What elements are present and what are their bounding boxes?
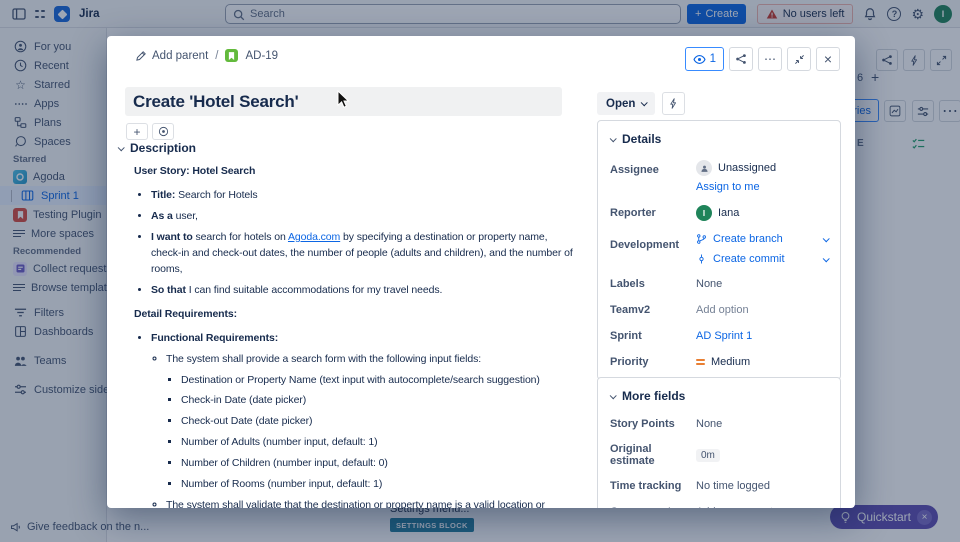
list-item: Title: Search for Hotels — [151, 188, 576, 204]
more-fields-heading[interactable]: More fields — [598, 378, 840, 411]
list-item: Number of Children (number input, defaul… — [181, 456, 576, 472]
list-item: Destination or Property Name (text input… — [181, 373, 576, 389]
chevron-down-icon — [641, 99, 649, 107]
description-heading[interactable]: Description — [117, 141, 576, 155]
status-dropdown[interactable]: Open — [597, 92, 656, 115]
assignee-field[interactable]: Unassigned — [696, 160, 828, 176]
chevron-down-icon — [822, 254, 830, 262]
story-points-label: Story Points — [610, 418, 675, 430]
teamv2-field[interactable]: Add option — [696, 304, 828, 316]
issue-modal: Add parent / AD-19 1 ⋯ × Create 'Hotel S… — [107, 36, 855, 508]
original-estimate-label: Original estimate — [610, 443, 655, 467]
list-item: Number of Adults (number input, default:… — [181, 435, 576, 451]
chevron-down-icon — [609, 134, 617, 142]
more-fields-panel: More fields Story Points None Original e… — [597, 377, 841, 508]
agoda-link[interactable]: Agoda.com — [288, 231, 340, 243]
share-button[interactable] — [729, 47, 753, 71]
priority-medium-icon — [696, 359, 705, 365]
list-item: As a user, — [151, 209, 576, 225]
detail-requirements-heading: Detail Requirements: — [134, 307, 238, 320]
original-estimate-field[interactable]: 0m — [696, 448, 828, 462]
branch-icon — [697, 234, 706, 244]
sprint-label: Sprint — [610, 330, 642, 342]
more-actions-button[interactable]: ⋯ — [758, 47, 782, 71]
issue-title: Create 'Hotel Search' — [133, 91, 299, 111]
list-item: Check-in Date (date picker) — [181, 393, 576, 409]
reporter-avatar: I — [696, 205, 712, 221]
lightning-icon — [670, 98, 677, 109]
teamv2-label: Teamv2 — [610, 304, 651, 316]
user-story-heading: User Story: Hotel Search — [134, 165, 256, 177]
unassigned-avatar-icon — [696, 160, 712, 176]
issue-key-link[interactable]: AD-19 — [245, 50, 278, 62]
time-tracking-field[interactable]: No time logged — [696, 480, 828, 492]
assign-to-me-link[interactable]: Assign to me — [696, 181, 828, 193]
reporter-field[interactable]: I Iana — [696, 205, 828, 221]
add-parent-button[interactable]: Add parent — [135, 50, 208, 62]
description-body[interactable]: User Story: Hotel Search Title: Search f… — [134, 164, 576, 508]
labels-label: Labels — [610, 278, 645, 290]
chevron-down-icon — [117, 143, 125, 151]
list-item: Number of Rooms (number input, default: … — [181, 477, 576, 493]
reporter-label: Reporter — [610, 207, 656, 219]
priority-label: Priority — [610, 356, 649, 368]
target-icon — [158, 126, 168, 137]
assignee-label: Assignee — [610, 164, 659, 176]
list-item: So that I can find suitable accommodatio… — [151, 283, 576, 299]
automation-button[interactable] — [662, 92, 686, 115]
list-item: The system shall validate that the desti… — [166, 498, 576, 508]
create-branch-link[interactable]: Create branch — [696, 233, 830, 245]
sprint-link[interactable]: AD Sprint 1 — [696, 330, 828, 342]
watchers-button[interactable]: 1 — [684, 47, 724, 71]
priority-field[interactable]: Medium — [696, 356, 828, 368]
app-window: Jira + Create No users left ? ⚙ I For y — [0, 0, 960, 542]
share-icon — [736, 54, 746, 64]
apps-target-button[interactable] — [152, 123, 174, 140]
list-item: The system shall provide a search form w… — [166, 352, 576, 494]
story-type-icon[interactable] — [225, 49, 239, 62]
eye-icon — [693, 54, 706, 64]
create-commit-link[interactable]: Create commit — [696, 253, 830, 265]
list-item: I want to search for hotels on Agoda.com… — [151, 230, 576, 278]
close-button[interactable]: × — [816, 47, 840, 71]
list-item: Functional Requirements: The system shal… — [151, 331, 576, 508]
breadcrumb-separator: / — [215, 49, 219, 62]
collapse-icon — [794, 54, 804, 64]
mouse-cursor — [337, 90, 350, 108]
collapse-button[interactable] — [787, 47, 811, 71]
details-panel: Details Assignee Unassigned Assign to me… — [597, 120, 841, 380]
story-points-field[interactable]: None — [696, 418, 828, 430]
chevron-down-icon — [822, 234, 830, 242]
chevron-down-icon — [609, 391, 617, 399]
development-label: Development — [610, 239, 680, 251]
list-item: Check-out Date (date picker) — [181, 414, 576, 430]
labels-field[interactable]: None — [696, 278, 828, 290]
components-label: Components — [610, 506, 696, 508]
add-content-button[interactable]: + — [126, 123, 148, 140]
description-section: Description User Story: Hotel Search Tit… — [117, 141, 576, 508]
breadcrumb: Add parent / AD-19 — [135, 49, 278, 62]
details-panel-heading[interactable]: Details — [598, 121, 840, 154]
time-tracking-label: Time tracking — [610, 480, 682, 492]
edit-icon — [136, 50, 146, 61]
components-field[interactable]: Add components — [696, 506, 828, 508]
commit-icon — [699, 254, 704, 264]
